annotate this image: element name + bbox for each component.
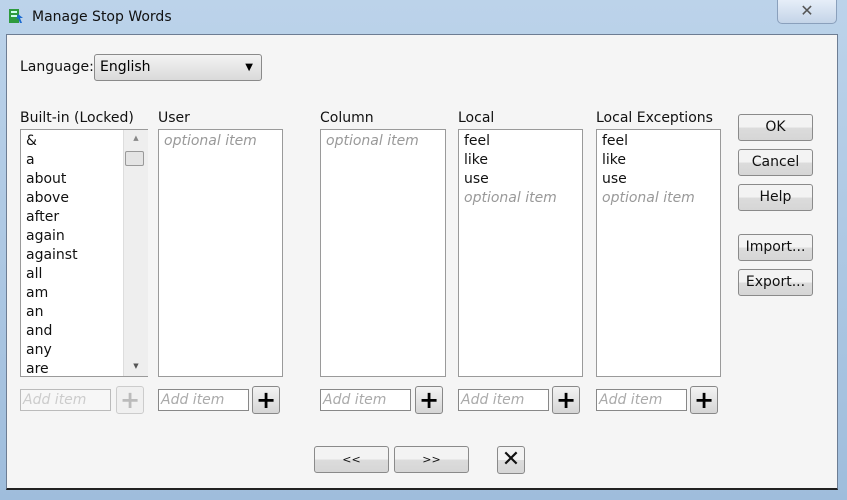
chevron-down-icon: ▼ <box>245 62 253 73</box>
ok-button[interactable]: OK <box>738 114 813 141</box>
window-close-button[interactable]: ✕ <box>777 0 837 24</box>
column-add-button[interactable]: + <box>415 386 443 414</box>
user-add-input[interactable]: Add item <box>158 389 249 411</box>
placeholder-item[interactable]: optional item <box>464 189 582 208</box>
clear-button[interactable]: ✕ <box>497 446 525 474</box>
placeholder-item[interactable]: optional item <box>164 132 282 151</box>
local-label: Local <box>458 110 495 126</box>
scroll-up-icon[interactable]: ▲ <box>124 134 148 142</box>
builtin-add-input: Add item <box>20 389 111 411</box>
local-list[interactable]: feel like use optional item <box>458 129 583 377</box>
builtin-label: Built-in (Locked) <box>20 110 134 126</box>
user-list[interactable]: optional item <box>158 129 283 377</box>
window-title: Manage Stop Words <box>32 9 172 25</box>
list-item[interactable]: like <box>464 151 582 170</box>
local-exceptions-list[interactable]: feel like use optional item <box>596 129 721 377</box>
language-select[interactable]: English ▼ <box>94 54 262 81</box>
local-exceptions-add-button[interactable]: + <box>690 386 718 414</box>
import-button[interactable]: Import... <box>738 234 813 261</box>
cancel-button[interactable]: Cancel <box>738 149 813 176</box>
list-item[interactable]: feel <box>602 132 720 151</box>
builtin-scrollbar[interactable]: ▲ ▼ <box>123 130 148 376</box>
column-list[interactable]: optional item <box>320 129 446 377</box>
app-icon <box>8 8 24 24</box>
list-item[interactable]: feel <box>464 132 582 151</box>
list-item[interactable]: use <box>464 170 582 189</box>
user-label: User <box>158 110 190 126</box>
local-exceptions-add-input[interactable]: Add item <box>596 389 687 411</box>
language-value: English <box>100 59 151 75</box>
column-add-input[interactable]: Add item <box>320 389 411 411</box>
user-add-button[interactable]: + <box>252 386 280 414</box>
language-label: Language: <box>20 59 94 75</box>
placeholder-item[interactable]: optional item <box>602 189 720 208</box>
scroll-down-icon[interactable]: ▼ <box>124 362 148 370</box>
scrollbar-thumb[interactable] <box>125 151 144 166</box>
placeholder-item[interactable]: optional item <box>326 132 445 151</box>
next-button[interactable]: >> <box>394 446 469 473</box>
local-add-button[interactable]: + <box>552 386 580 414</box>
local-add-input[interactable]: Add item <box>458 389 549 411</box>
help-button[interactable]: Help <box>738 184 813 211</box>
previous-button[interactable]: << <box>314 446 389 473</box>
list-item[interactable]: like <box>602 151 720 170</box>
export-button[interactable]: Export... <box>738 269 813 296</box>
column-label: Column <box>320 110 374 126</box>
list-item[interactable]: use <box>602 170 720 189</box>
local-exceptions-label: Local Exceptions <box>596 110 713 126</box>
builtin-add-button: + <box>116 386 144 414</box>
